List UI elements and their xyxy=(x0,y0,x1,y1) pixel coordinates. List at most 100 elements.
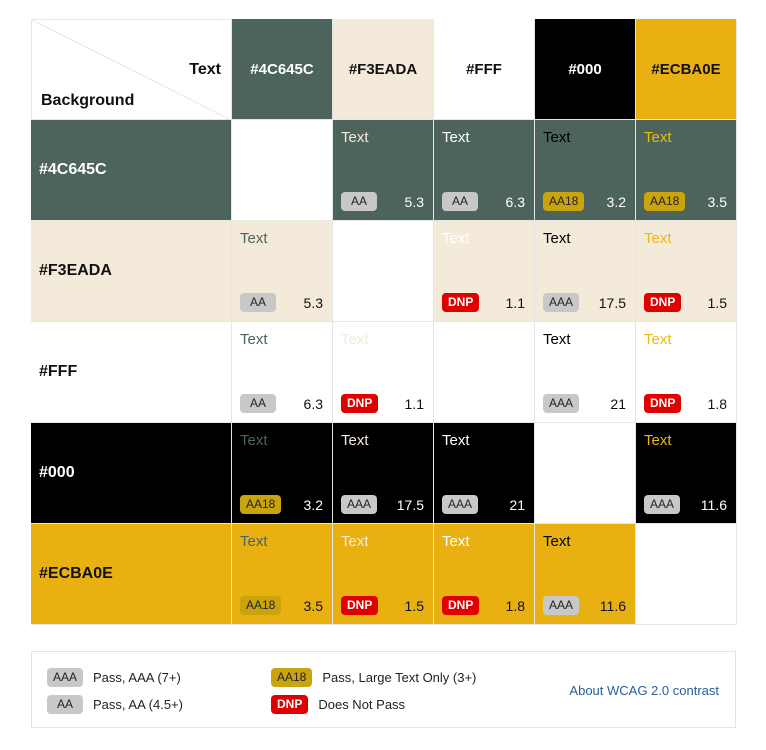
contrast-cell: Text AA18 3.5 xyxy=(232,524,333,625)
aaa-badge: AAA xyxy=(47,668,84,687)
sample-text: Text xyxy=(341,432,369,449)
rating-badge: AAA xyxy=(341,495,378,514)
rating-badge: AA18 xyxy=(240,596,282,615)
rating-badge: AAA xyxy=(543,596,580,615)
contrast-ratio: 5.3 xyxy=(303,295,323,311)
contrast-ratio: 3.2 xyxy=(606,194,626,210)
legend-item-aa: AA Pass, AA (4.5+) xyxy=(47,695,183,714)
contrast-cell: Text AAA 11.6 xyxy=(535,524,636,625)
contrast-ratio: 3.2 xyxy=(303,497,323,513)
contrast-cell: Text AA 6.3 xyxy=(232,322,333,423)
contrast-cell: Text AA18 3.2 xyxy=(232,423,333,524)
rating-badge: AAA xyxy=(442,495,479,514)
rating-badge: DNP xyxy=(341,394,379,413)
legend-item-aa18: AA18 Pass, Large Text Only (3+) xyxy=(271,668,476,687)
column-header: #ECBA0E xyxy=(636,19,737,120)
contrast-ratio: 21 xyxy=(509,497,525,513)
sample-text: Text xyxy=(543,533,571,550)
sample-text: Text xyxy=(644,230,672,247)
sample-text: Text xyxy=(644,432,672,449)
sample-text: Text xyxy=(644,129,672,146)
contrast-ratio: 1.1 xyxy=(505,295,525,311)
sample-text: Text xyxy=(240,331,268,348)
legend-item-aaa: AAA Pass, AAA (7+) xyxy=(47,668,181,687)
column-header: #F3EADA xyxy=(333,19,434,120)
sample-text: Text xyxy=(341,331,369,348)
contrast-cell: Text DNP 1.1 xyxy=(434,221,535,322)
contrast-ratio: 1.5 xyxy=(404,598,424,614)
sample-text: Text xyxy=(240,432,268,449)
contrast-grid: Text Background #4C645C #F3EADA #FFF #000 #E… xyxy=(31,19,737,625)
sample-text: Text xyxy=(644,331,672,348)
contrast-cell: Text AA 6.3 xyxy=(434,120,535,221)
rating-badge: DNP xyxy=(644,293,682,312)
rating-badge: AA18 xyxy=(543,192,585,211)
rating-badge: AAA xyxy=(543,293,580,312)
empty-cell xyxy=(333,221,434,322)
rating-badge: DNP xyxy=(442,596,480,615)
row-header: #4C645C xyxy=(31,120,232,221)
rating-badge: AAA xyxy=(644,495,681,514)
contrast-cell: Text AAA 17.5 xyxy=(535,221,636,322)
rating-badge: AAA xyxy=(543,394,580,413)
rating-badge: AA18 xyxy=(644,192,686,211)
contrast-ratio: 1.5 xyxy=(707,295,727,311)
row-header: #ECBA0E xyxy=(31,524,232,625)
rating-badge: AA xyxy=(240,394,277,413)
contrast-ratio: 21 xyxy=(610,396,626,412)
contrast-cell: Text DNP 1.5 xyxy=(636,221,737,322)
empty-cell xyxy=(636,524,737,625)
sample-text: Text xyxy=(543,331,571,348)
empty-cell xyxy=(535,423,636,524)
contrast-cell: Text DNP 1.1 xyxy=(333,322,434,423)
contrast-ratio: 6.3 xyxy=(303,396,323,412)
aa18-badge: AA18 xyxy=(271,668,313,687)
sample-text: Text xyxy=(543,129,571,146)
contrast-ratio: 1.1 xyxy=(404,396,424,412)
legend-text-aa18: Pass, Large Text Only (3+) xyxy=(322,670,477,685)
rating-badge: DNP xyxy=(341,596,379,615)
contrast-ratio: 17.5 xyxy=(396,497,424,513)
contrast-cell: Text AA 5.3 xyxy=(333,120,434,221)
sample-text: Text xyxy=(442,432,470,449)
sample-text: Text xyxy=(240,230,268,247)
contrast-ratio: 3.5 xyxy=(707,194,727,210)
contrast-ratio: 1.8 xyxy=(707,396,727,412)
rating-badge: AA xyxy=(341,192,378,211)
contrast-ratio: 17.5 xyxy=(598,295,626,311)
about-wcag-link[interactable]: About WCAG 2.0 contrast xyxy=(569,683,719,698)
column-header: #FFF xyxy=(434,19,535,120)
contrast-ratio: 6.3 xyxy=(505,194,525,210)
rating-badge: AA18 xyxy=(240,495,282,514)
contrast-cell: Text AAA 21 xyxy=(535,322,636,423)
sample-text: Text xyxy=(442,129,470,146)
legend: AAA Pass, AAA (7+) AA Pass, AA (4.5+) AA… xyxy=(31,651,736,728)
contrast-ratio: 3.5 xyxy=(303,598,323,614)
contrast-ratio: 11.6 xyxy=(700,497,727,513)
text-axis-label: Text xyxy=(189,61,221,78)
contrast-cell: Text DNP 1.8 xyxy=(636,322,737,423)
rating-badge: AA xyxy=(240,293,277,312)
legend-item-dnp: DNP Does Not Pass xyxy=(271,695,405,714)
contrast-ratio: 1.8 xyxy=(505,598,525,614)
contrast-ratio: 5.3 xyxy=(404,194,424,210)
contrast-cell: Text DNP 1.8 xyxy=(434,524,535,625)
legend-text-dnp: Does Not Pass xyxy=(318,697,406,712)
legend-text-aa: Pass, AA (4.5+) xyxy=(93,697,183,712)
rating-badge: AA xyxy=(442,192,479,211)
contrast-cell: Text AA18 3.5 xyxy=(636,120,737,221)
empty-cell xyxy=(434,322,535,423)
column-header: #4C645C xyxy=(232,19,333,120)
row-header: #000 xyxy=(31,423,232,524)
contrast-cell: Text AA18 3.2 xyxy=(535,120,636,221)
sample-text: Text xyxy=(442,230,470,247)
column-header: #000 xyxy=(535,19,636,120)
rating-badge: DNP xyxy=(442,293,480,312)
legend-text-aaa: Pass, AAA (7+) xyxy=(93,670,181,685)
sample-text: Text xyxy=(543,230,571,247)
dnp-badge: DNP xyxy=(271,695,309,714)
sample-text: Text xyxy=(240,533,268,550)
contrast-cell: Text AAA 21 xyxy=(434,423,535,524)
contrast-ratio: 11.6 xyxy=(599,598,626,614)
sample-text: Text xyxy=(341,533,369,550)
